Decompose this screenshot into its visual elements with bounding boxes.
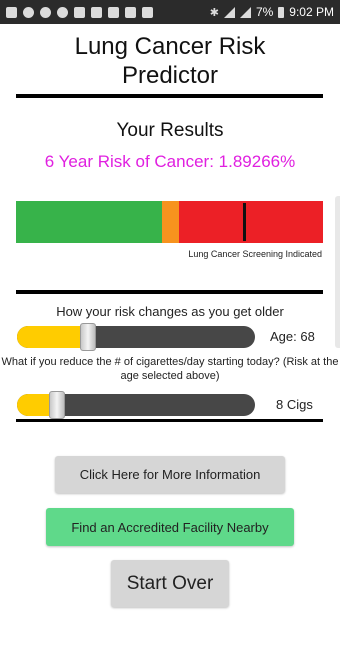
page-title: Lung Cancer Risk Predictor (0, 32, 340, 90)
divider (16, 290, 323, 294)
find-facility-button[interactable]: Find an Accredited Facility Nearby (46, 508, 294, 546)
notification-icons (6, 6, 153, 18)
screening-note: Lung Cancer Screening Indicated (188, 249, 322, 259)
notification-icon (108, 6, 119, 18)
status-bar: ✱ 7% 9:02 PM (0, 0, 340, 24)
title-line-2: Predictor (121, 62, 219, 89)
scroll-edge (335, 196, 340, 348)
system-icons: ✱ 7% 9:02 PM (210, 5, 334, 19)
notification-icon (57, 6, 68, 18)
title-line-1: Lung Cancer Risk (74, 33, 266, 60)
notification-icon (74, 6, 85, 18)
risk-bar-low (16, 201, 162, 243)
battery-icon (278, 6, 285, 18)
results-heading: Your Results (116, 120, 224, 141)
age-slider[interactable] (17, 326, 255, 348)
clock: 9:02 PM (289, 5, 334, 19)
risk-bar-medium (162, 201, 179, 243)
notification-icon (142, 6, 153, 18)
risk-value: 6 Year Risk of Cancer: 1.89266% (44, 152, 296, 171)
notification-icon (6, 6, 17, 18)
notification-icon (23, 6, 34, 18)
signal-icon (239, 6, 251, 18)
divider (16, 94, 323, 98)
age-slider-fill (17, 326, 88, 348)
battery-percent: 7% (255, 5, 274, 19)
start-over-button[interactable]: Start Over (111, 560, 229, 607)
notification-icon (125, 6, 136, 18)
notification-icon (91, 6, 102, 18)
age-value: Age: 68 (270, 329, 315, 344)
more-information-button[interactable]: Click Here for More Information (55, 456, 285, 493)
wifi-icon (223, 6, 235, 18)
age-question: How your risk changes as you get older (56, 304, 284, 319)
risk-bar (16, 201, 323, 243)
divider (16, 419, 323, 422)
cigarettes-question: What if you reduce the # of cigarettes/d… (1, 356, 339, 382)
cigarettes-slider-thumb[interactable] (49, 391, 65, 419)
age-slider-thumb[interactable] (80, 323, 96, 351)
cigarettes-value: 8 Cigs (276, 397, 313, 412)
bluetooth-icon: ✱ (209, 6, 219, 19)
risk-bar-high (179, 201, 323, 243)
risk-marker (243, 203, 246, 241)
notification-icon (40, 6, 51, 18)
